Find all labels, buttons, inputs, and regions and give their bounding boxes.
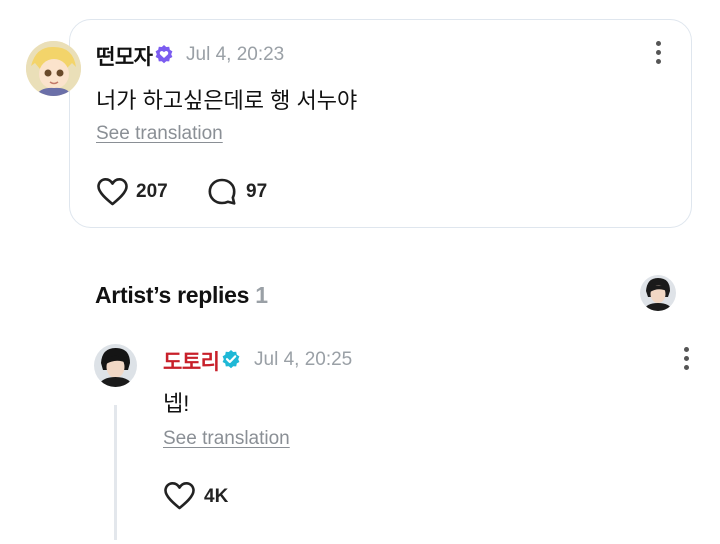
reply-thread-line — [114, 405, 117, 540]
fan-author-name[interactable]: 떤모자 — [96, 41, 153, 71]
more-options-icon[interactable] — [653, 41, 663, 67]
fan-post-like-count: 207 — [136, 181, 168, 202]
heart-icon[interactable] — [96, 177, 129, 207]
fan-avatar[interactable] — [26, 41, 81, 96]
artist-replies-heading: Artist’s replies 1 — [95, 282, 268, 309]
fan-post-timestamp: Jul 4, 20:23 — [186, 44, 285, 65]
verified-badge-icon — [154, 44, 174, 64]
artist-reply-text: 넵! — [163, 391, 190, 416]
fan-see-translation-link[interactable]: See translation — [96, 123, 223, 145]
artist-replies-count: 1 — [255, 282, 268, 308]
fan-post-text: 너가 하고싶은데로 행 서누야 — [96, 88, 358, 113]
artist-replies-title: Artist’s replies — [95, 282, 250, 308]
heart-icon[interactable] — [163, 481, 196, 511]
artist-small-avatar[interactable] — [640, 275, 676, 311]
fan-post-comment-count: 97 — [246, 181, 268, 202]
artist-reply-like-count: 4K — [204, 486, 229, 507]
artist-see-translation-link[interactable]: See translation — [163, 428, 290, 450]
comment-bubble-icon[interactable] — [207, 177, 237, 207]
artist-reply-timestamp: Jul 4, 20:25 — [254, 349, 353, 370]
verified-badge-icon — [221, 349, 241, 369]
artist-author-name[interactable]: 도토리 — [163, 346, 220, 376]
more-options-icon[interactable] — [681, 347, 691, 373]
artist-avatar[interactable] — [94, 344, 137, 387]
